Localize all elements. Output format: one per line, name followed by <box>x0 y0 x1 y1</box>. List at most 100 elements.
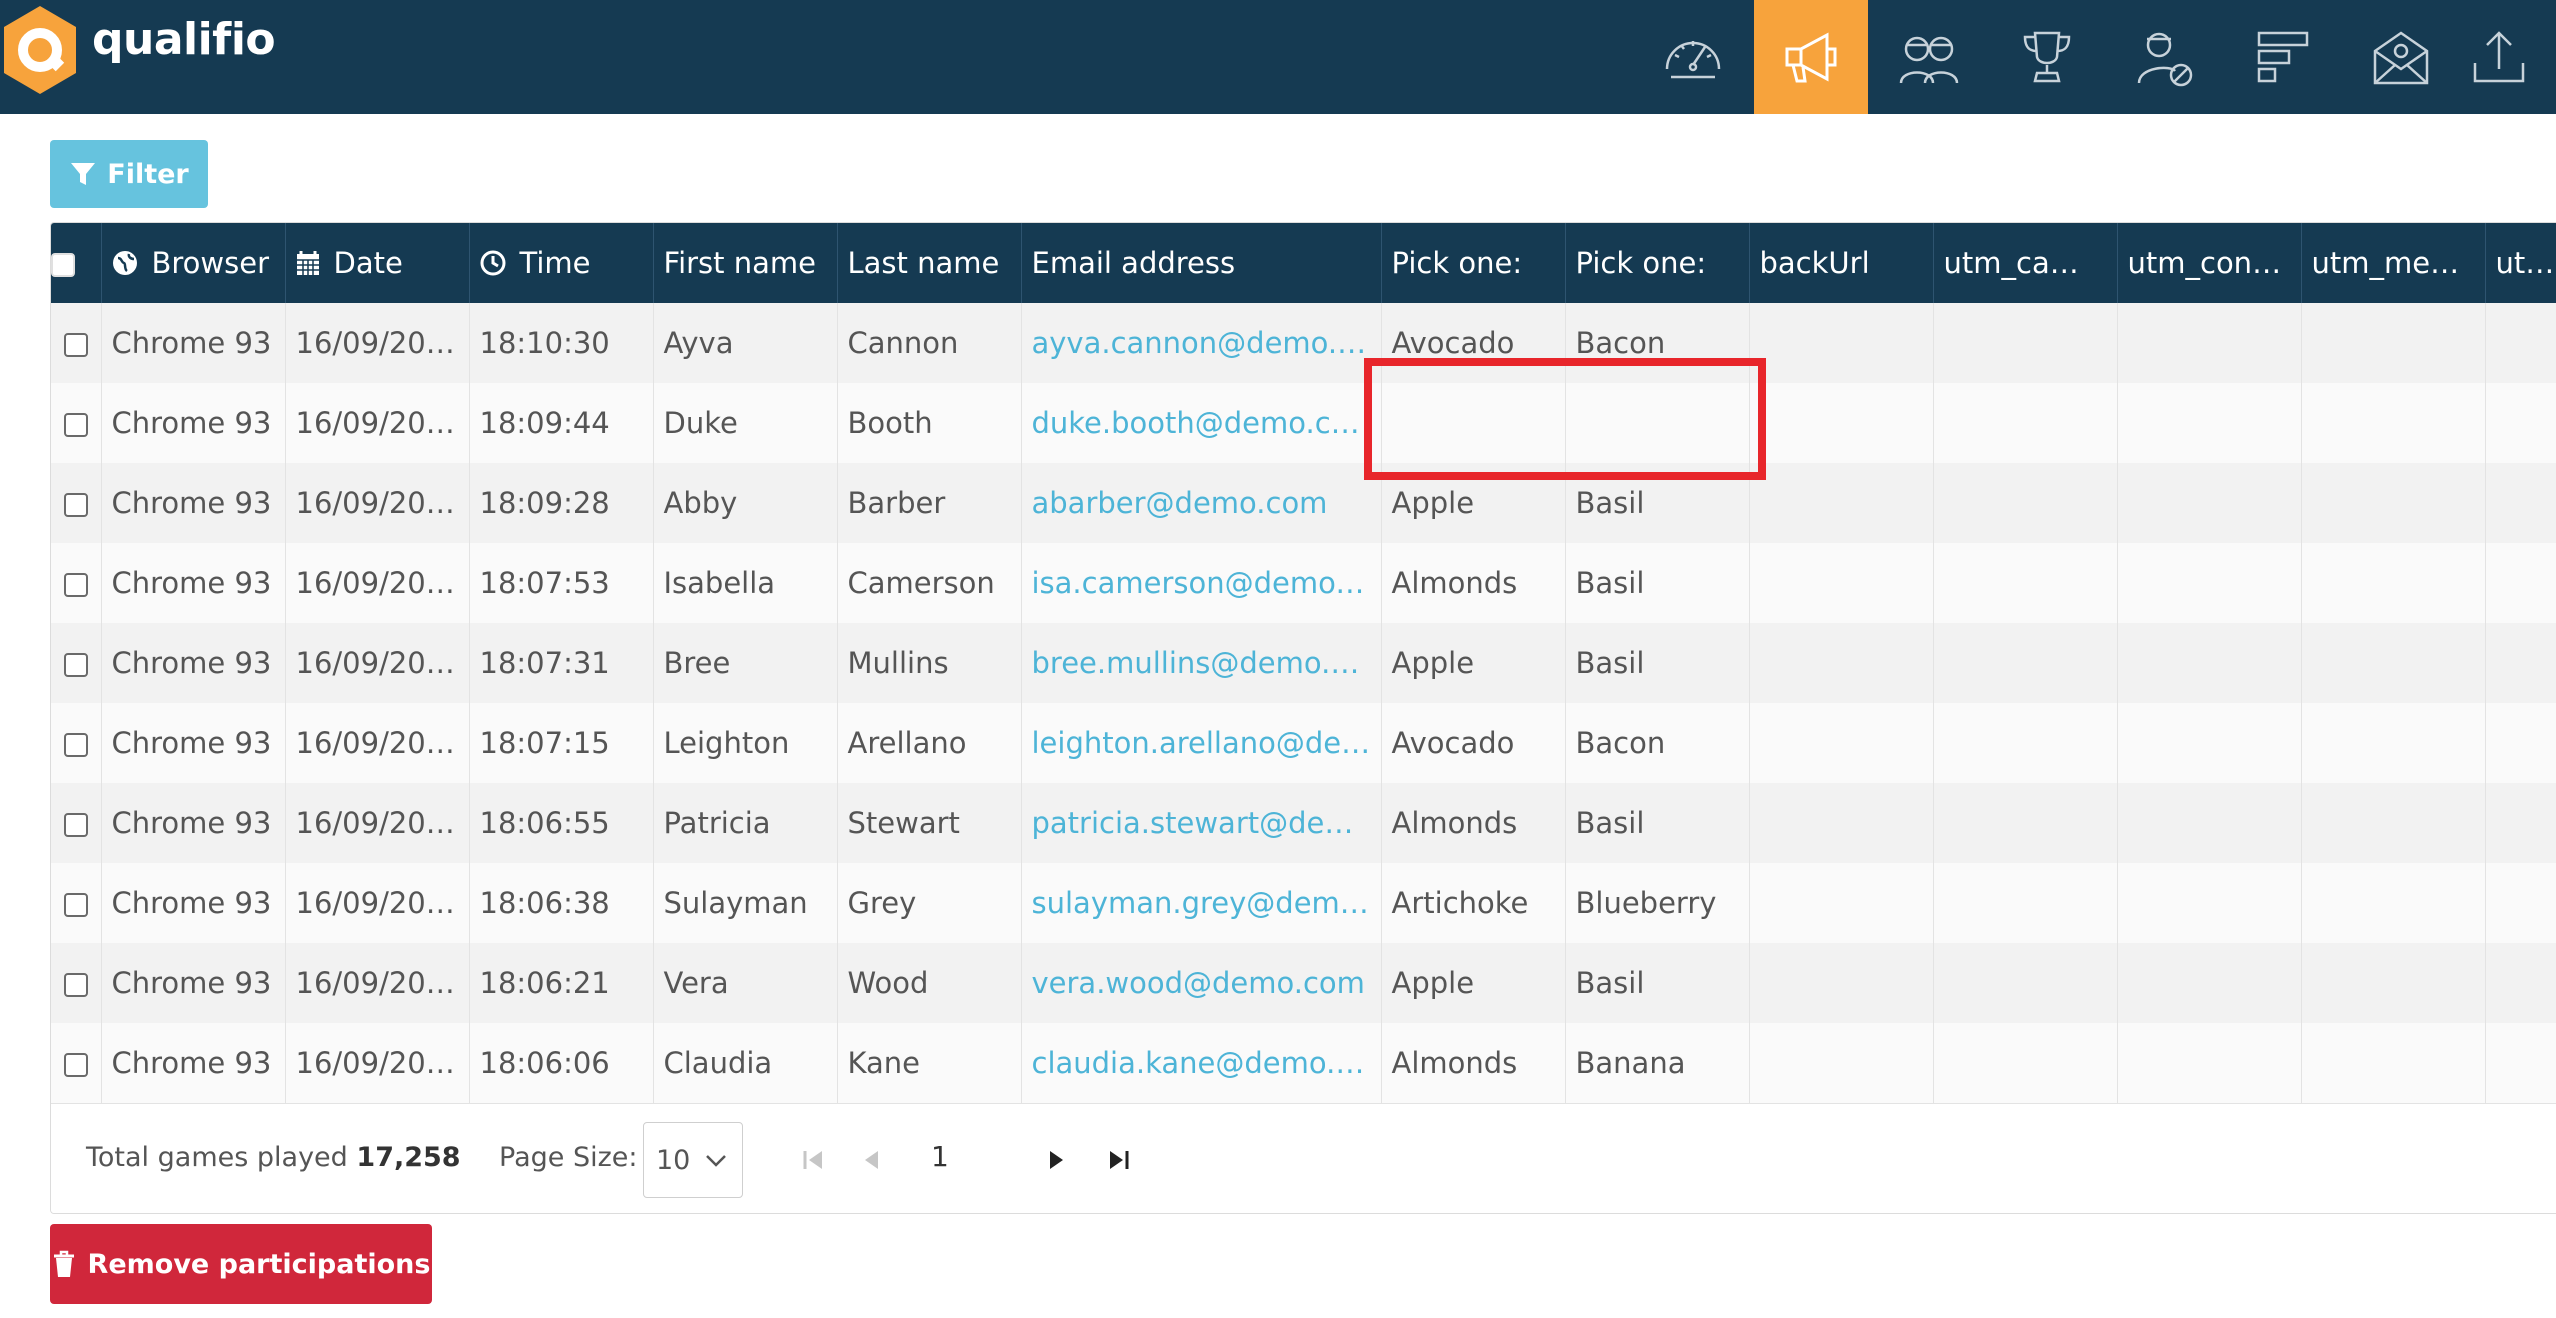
table-row[interactable]: Chrome 93 16/09/2021 18:06:21 Vera Wood vera.… <box>51 943 2556 1023</box>
page-size-select[interactable]: 10 <box>643 1122 743 1198</box>
cell-backurl <box>1749 303 1934 383</box>
previous-page-button[interactable] <box>851 1140 891 1180</box>
row-select-cell <box>51 703 102 783</box>
filter-button[interactable]: Filter <box>50 140 208 208</box>
nav-export[interactable] <box>2442 0 2556 114</box>
nav-reports[interactable] <box>2226 0 2340 114</box>
cell-pick-one-2: Basil <box>1565 943 1750 1023</box>
cell-email[interactable]: leighton.arellano@demo.com <box>1021 703 1382 783</box>
cell-email[interactable]: bree.mullins@demo.com <box>1021 623 1382 703</box>
row-checkbox[interactable] <box>63 573 88 597</box>
cell-email[interactable]: isa.camerson@demo.com <box>1021 543 1382 623</box>
column-header-email[interactable]: Email address <box>1021 223 1382 303</box>
nav-campaigns[interactable] <box>1754 0 1868 114</box>
table-row[interactable]: Chrome 93 16/09/2021 18:06:55 Patricia Stewa… <box>51 783 2556 863</box>
speedometer-icon <box>1665 41 1721 79</box>
cell-last-name: Barber <box>837 463 1022 543</box>
column-header-first-name[interactable]: First name <box>653 223 838 303</box>
column-header-time[interactable]: Time <box>469 223 654 303</box>
table-row[interactable]: Chrome 93 16/09/2021 18:06:38 Sulayman Grey s… <box>51 863 2556 943</box>
cell-first-name: Patricia <box>653 783 838 863</box>
cell-utm-content <box>2117 703 2302 783</box>
remove-participations-button[interactable]: Remove participations <box>50 1224 432 1304</box>
table-row[interactable]: Chrome 93 16/09/2021 18:09:28 Abby Barber aba… <box>51 463 2556 543</box>
table-row[interactable]: Chrome 93 16/09/2021 18:07:31 Bree Mullins br… <box>51 623 2556 703</box>
cell-utm-content <box>2117 863 2302 943</box>
row-checkbox[interactable] <box>63 813 88 837</box>
nav-email[interactable] <box>2344 0 2458 114</box>
cell-first-name: Duke <box>653 383 838 463</box>
column-header-label: Browser <box>151 246 270 280</box>
row-checkbox[interactable] <box>63 653 88 677</box>
cell-utm-campaign <box>1933 703 2118 783</box>
nav-rewards[interactable] <box>1990 0 2104 114</box>
nav-users[interactable] <box>2108 0 2222 114</box>
column-header-pick-one-1[interactable]: Pick one: <box>1381 223 1566 303</box>
column-header-utm-campaign[interactable]: utm_campaign <box>1933 223 2118 303</box>
cell-backurl <box>1749 783 1934 863</box>
row-checkbox[interactable] <box>63 893 88 917</box>
row-checkbox[interactable] <box>63 973 88 997</box>
page-size-value: 10 <box>656 1144 691 1176</box>
cell-browser: Chrome 93 <box>101 943 286 1023</box>
cell-utm-campaign <box>1933 943 2118 1023</box>
cell-utm-source <box>2485 543 2556 623</box>
last-page-button[interactable] <box>1099 1140 1139 1180</box>
cell-email[interactable]: vera.wood@demo.com <box>1021 943 1382 1023</box>
cell-utm-source <box>2485 783 2556 863</box>
cell-pick-one-1: Artichoke <box>1381 863 1566 943</box>
cell-email[interactable]: claudia.kane@demo.com <box>1021 1023 1382 1103</box>
table-row[interactable]: Chrome 93 16/09/2021 18:06:06 Claudia Kane cl… <box>51 1023 2556 1103</box>
row-select-cell <box>51 303 102 383</box>
upload-icon <box>2473 31 2525 83</box>
cell-first-name: Bree <box>653 623 838 703</box>
cell-email[interactable]: sulayman.grey@demo.com <box>1021 863 1382 943</box>
cell-pick-one-1: Almonds <box>1381 543 1566 623</box>
row-select-cell <box>51 543 102 623</box>
select-all-checkbox[interactable] <box>51 253 75 277</box>
cell-email[interactable]: duke.booth@demo.com <box>1021 383 1382 463</box>
trash-icon <box>53 1250 74 1277</box>
column-header-last-name[interactable]: Last name <box>837 223 1022 303</box>
cell-email[interactable]: patricia.stewart@demo.com <box>1021 783 1382 863</box>
first-page-button[interactable] <box>793 1140 833 1180</box>
cell-email[interactable]: abarber@demo.com <box>1021 463 1382 543</box>
column-header-backurl[interactable]: backUrl <box>1749 223 1934 303</box>
row-checkbox[interactable] <box>63 333 88 357</box>
table-row[interactable]: Chrome 93 16/09/2021 18:10:30 Ayva Cannon ayv… <box>51 303 2556 383</box>
cell-time: 18:06:55 <box>469 783 654 863</box>
nav-audience[interactable] <box>1872 0 1986 114</box>
column-header-utm-source[interactable]: utm_source <box>2485 223 2556 303</box>
cell-date: 16/09/2021 <box>285 623 470 703</box>
next-page-button[interactable] <box>1037 1140 1077 1180</box>
cell-utm-campaign <box>1933 623 2118 703</box>
user-block-icon <box>2137 32 2193 87</box>
cell-utm-campaign <box>1933 1023 2118 1103</box>
top-nav-bar: qualifio <box>0 0 2556 114</box>
row-checkbox[interactable] <box>63 493 88 517</box>
total-games-played: Total games played 17,258 <box>86 1142 461 1173</box>
column-header-utm-content[interactable]: utm_content <box>2117 223 2302 303</box>
table-row[interactable]: Chrome 93 16/09/2021 18:09:44 Duke Booth duke… <box>51 383 2556 463</box>
qualifio-logo-icon <box>4 6 76 94</box>
row-checkbox[interactable] <box>63 1053 88 1077</box>
cell-utm-source <box>2485 623 2556 703</box>
row-select-cell <box>51 783 102 863</box>
row-checkbox[interactable] <box>63 413 88 437</box>
calendar-icon <box>296 251 319 275</box>
column-header-pick-one-2[interactable]: Pick one: <box>1565 223 1750 303</box>
cell-email[interactable]: ayva.cannon@demo.com <box>1021 303 1382 383</box>
table-body: Chrome 93 16/09/2021 18:10:30 Ayva Cannon ayv… <box>51 303 2556 1103</box>
table-row[interactable]: Chrome 93 16/09/2021 18:07:15 Leighton Arell… <box>51 703 2556 783</box>
table-row[interactable]: Chrome 93 16/09/2021 18:07:53 Isabella Camer… <box>51 543 2556 623</box>
previous-page-icon <box>865 1151 878 1169</box>
cell-last-name: Booth <box>837 383 1022 463</box>
funnel-icon <box>71 163 96 185</box>
column-header-browser[interactable]: Browser <box>101 223 286 303</box>
column-header-utm-medium[interactable]: utm_medium <box>2301 223 2486 303</box>
column-header-date[interactable]: Date <box>285 223 470 303</box>
cell-first-name: Leighton <box>653 703 838 783</box>
nav-dashboard[interactable] <box>1636 0 1750 114</box>
row-checkbox[interactable] <box>63 733 88 757</box>
megaphone-icon <box>1785 32 1837 83</box>
